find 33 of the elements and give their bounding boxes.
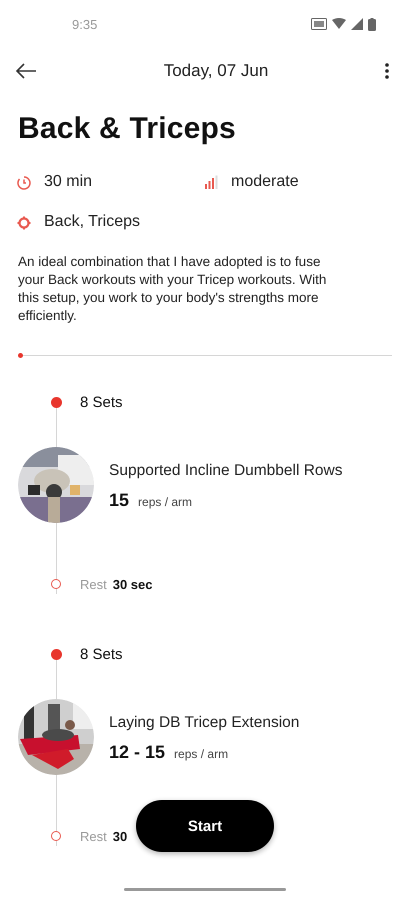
battery-icon xyxy=(368,18,376,30)
timeline-ring xyxy=(51,579,61,589)
intensity-text: moderate xyxy=(231,173,299,191)
exercise-name[interactable]: Supported Incline Dumbbell Rows xyxy=(109,460,349,480)
more-menu-icon[interactable] xyxy=(385,63,389,79)
exercise-name[interactable]: Laying DB Tricep Extension xyxy=(109,712,349,732)
sets-count: 8 Sets xyxy=(80,646,123,662)
app-bar-title: Today, 07 Jun xyxy=(164,61,268,81)
signal-icon xyxy=(351,18,363,30)
timeline-dot xyxy=(50,396,62,408)
muscles-text: Back, Triceps xyxy=(44,213,140,231)
reps-unit: reps / arm xyxy=(174,746,228,760)
duration-text: 30 min xyxy=(44,173,92,191)
timeline-ring xyxy=(51,831,61,841)
reps-unit: reps / arm xyxy=(138,494,192,508)
workout-description: An ideal combination that I have adopted is to fuse your Back workouts with your Tricep workouts. With this setup, you work to your body's strengths more efficiently. xyxy=(18,253,328,325)
rest-label: Rest xyxy=(80,828,107,844)
screen-cast-icon xyxy=(311,18,327,30)
bar-chart-icon xyxy=(204,174,219,190)
sets-count: 8 Sets xyxy=(80,394,123,410)
reps-count: 12 - 15 xyxy=(109,742,166,762)
timeline-dot xyxy=(50,648,62,660)
start-button[interactable]: Start xyxy=(136,800,274,852)
wifi-icon xyxy=(332,18,346,30)
rest-duration: 30 xyxy=(112,828,128,844)
target-icon xyxy=(17,214,32,230)
rest-duration: 30 sec xyxy=(112,576,152,592)
reps-count: 15 xyxy=(109,490,130,510)
status-time: 9:35 xyxy=(72,16,98,32)
back-arrow-icon[interactable] xyxy=(15,63,37,79)
rest-label: Rest xyxy=(80,576,107,592)
timer-icon xyxy=(17,174,32,190)
workout-title: Back & Triceps xyxy=(18,112,237,146)
